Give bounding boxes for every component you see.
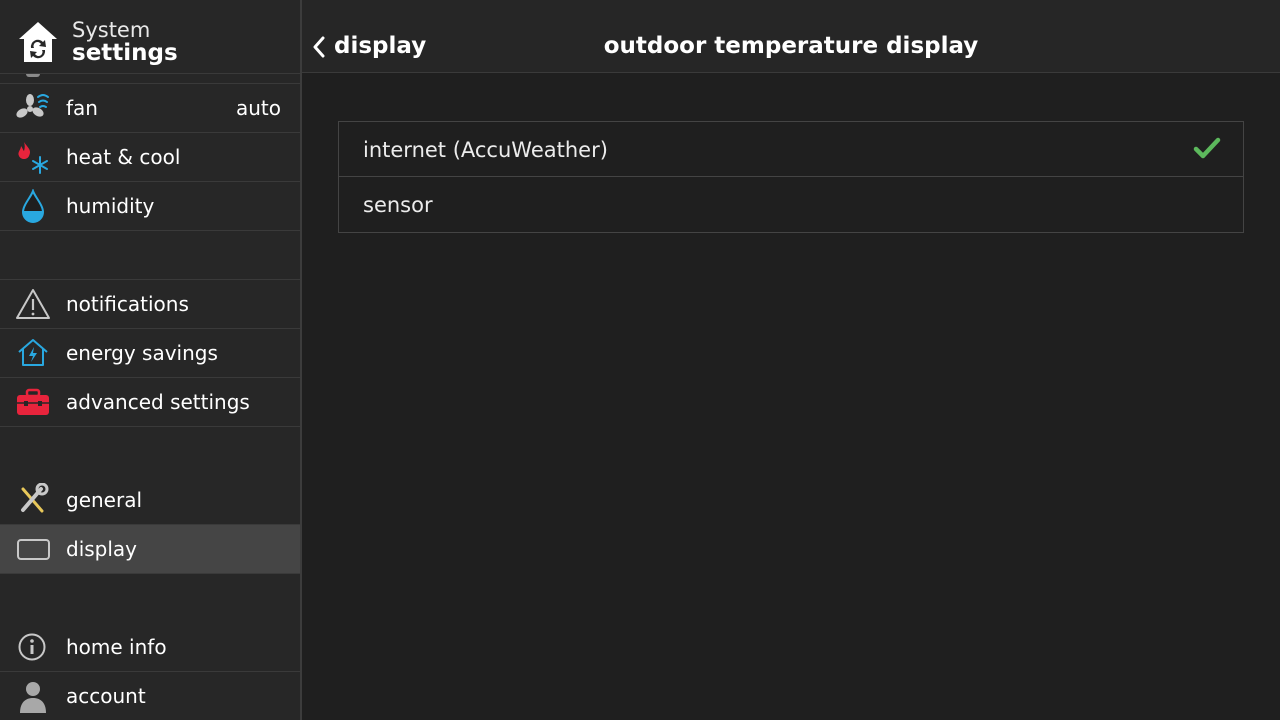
sidebar-item-fan[interactable]: fan auto: [0, 84, 300, 133]
sidebar-item-label: fan: [66, 96, 98, 120]
sidebar-header: System settings: [0, 0, 300, 74]
sidebar-item-notifications[interactable]: notifications: [0, 280, 300, 329]
info-circle-icon: [18, 633, 46, 661]
sidebar-item-account[interactable]: account: [0, 672, 300, 720]
sidebar-item-label: account: [66, 684, 146, 708]
option-label: sensor: [363, 193, 433, 217]
sidebar-item-label: energy savings: [66, 341, 218, 365]
sidebar-item-label: home info: [66, 635, 167, 659]
top-bar: display outdoor temperature display: [302, 0, 1280, 73]
sidebar-item-label: humidity: [66, 194, 155, 218]
sidebar-item-energy-savings[interactable]: energy savings: [0, 329, 300, 378]
sidebar-item-heat-cool[interactable]: heat & cool: [0, 133, 300, 182]
page-title: outdoor temperature display: [603, 33, 979, 59]
fan-mode-value: auto: [235, 96, 281, 120]
scrolled-item-peek: [0, 74, 300, 84]
main-panel: display outdoor temperature display inte…: [302, 0, 1280, 720]
checkmark-icon: [1193, 137, 1221, 159]
sidebar-spacer: [0, 231, 300, 280]
sidebar-item-home-info[interactable]: home info: [0, 623, 300, 672]
wrench-screwdriver-icon: [21, 483, 49, 513]
toolbox-icon: [17, 388, 49, 415]
fan-icon: [16, 94, 49, 118]
sidebar-item-label: advanced settings: [66, 390, 250, 414]
warning-triangle-icon: [16, 289, 50, 319]
sidebar-item-label: display: [66, 537, 138, 561]
sidebar-item-general[interactable]: general: [0, 476, 300, 525]
sidebar-item-display[interactable]: display: [0, 525, 300, 574]
sidebar-item-label: general: [66, 488, 143, 512]
option-sensor[interactable]: sensor: [339, 177, 1243, 232]
sidebar: System settings fan auto heat & cool hum…: [0, 0, 300, 720]
app: System settings fan auto heat & cool hum…: [0, 0, 1280, 720]
option-list: internet (AccuWeather) sensor: [338, 121, 1244, 233]
option-internet-accuweather[interactable]: internet (AccuWeather): [339, 122, 1243, 177]
sidebar-item-advanced-settings[interactable]: advanced settings: [0, 378, 300, 427]
sidebar-title-settings: settings: [72, 40, 178, 66]
water-drop-icon: [21, 189, 45, 223]
sidebar-item-label: heat & cool: [66, 145, 181, 169]
sidebar-item-label: notifications: [66, 292, 189, 316]
sidebar-item-humidity[interactable]: humidity: [0, 182, 300, 231]
home-logo-icon: [19, 22, 57, 62]
energy-home-icon: [18, 339, 48, 366]
user-avatar-icon: [20, 682, 46, 713]
display-screen-icon: [17, 539, 50, 560]
flame-snowflake-icon: [18, 142, 48, 174]
option-label: internet (AccuWeather): [363, 138, 608, 162]
